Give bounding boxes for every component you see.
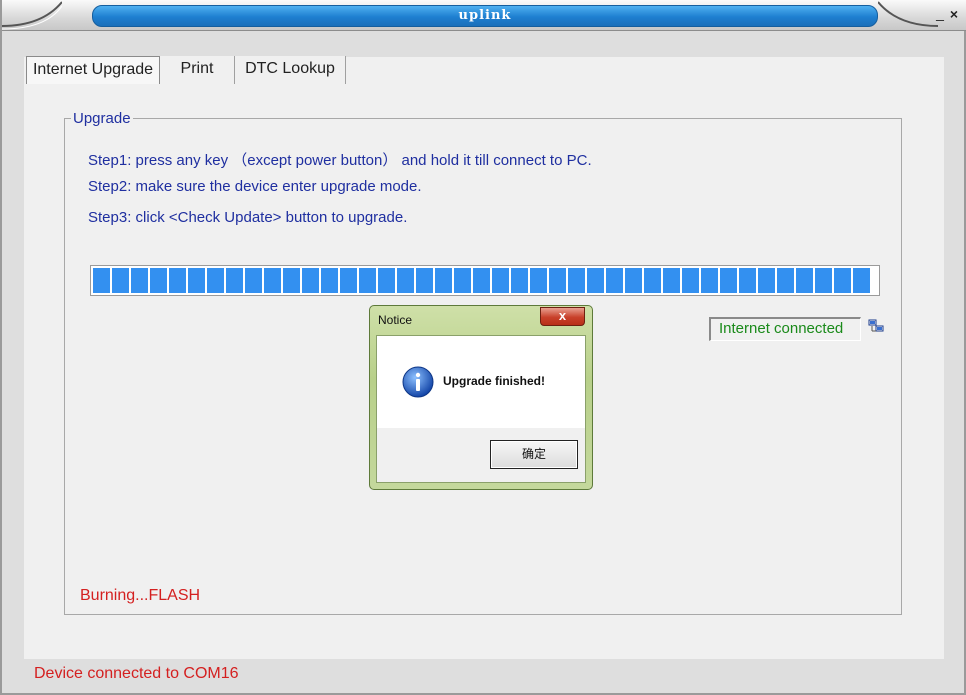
progress-segment (226, 268, 243, 293)
tab-print[interactable]: Print (160, 56, 235, 84)
internet-status-field: Internet connected (709, 317, 861, 341)
step3-text: Step3: click <Check Update> button to up… (88, 209, 408, 226)
progress-segment (340, 268, 357, 293)
progress-segment (397, 268, 414, 293)
progress-segment (131, 268, 148, 293)
progress-segment (530, 268, 547, 293)
title-pill: uplink (92, 5, 878, 27)
notice-dialog: Notice x Upgrade finished! 确定 (369, 305, 593, 490)
window-title: uplink (458, 8, 512, 23)
progress-segment (188, 268, 205, 293)
progress-segment (207, 268, 224, 293)
progress-segment (492, 268, 509, 293)
upgrade-progress-bar (90, 265, 880, 296)
progress-segment (150, 268, 167, 293)
progress-segment (435, 268, 452, 293)
progress-segment (454, 268, 471, 293)
progress-segment (739, 268, 756, 293)
progress-segment (264, 268, 281, 293)
upgrade-group-label: Upgrade (71, 110, 133, 127)
progress-segment (777, 268, 794, 293)
progress-segment (549, 268, 566, 293)
progress-segment (568, 268, 585, 293)
progress-segment (606, 268, 623, 293)
progress-segment (644, 268, 661, 293)
dialog-body: Upgrade finished! 确定 (376, 335, 586, 483)
progress-segment (720, 268, 737, 293)
progress-segment (853, 268, 870, 293)
progress-segment (625, 268, 642, 293)
progress-segment (112, 268, 129, 293)
progress-segment (245, 268, 262, 293)
progress-segment (169, 268, 186, 293)
burning-status: Burning...FLASH (80, 587, 201, 604)
dialog-message: Upgrade finished! (443, 374, 546, 388)
step1-text: Step1: press any key （except power butto… (88, 152, 592, 169)
info-icon (402, 366, 434, 398)
progress-segment (321, 268, 338, 293)
progress-segment (701, 268, 718, 293)
tab-dtc-lookup[interactable]: DTC Lookup (235, 56, 346, 84)
tab-internet-upgrade[interactable]: Internet Upgrade (26, 56, 160, 84)
progress-segment (93, 268, 110, 293)
progress-fill (93, 268, 877, 293)
step2-text: Step2: make sure the device enter upgrad… (88, 178, 422, 195)
dialog-close-button[interactable]: x (540, 307, 585, 326)
title-right-decoration (878, 1, 938, 27)
ok-button[interactable]: 确定 (490, 440, 578, 469)
device-connection-status: Device connected to COM16 (34, 665, 239, 682)
title-bar[interactable]: uplink _ × (2, 0, 966, 31)
minimize-button[interactable]: _ (934, 6, 946, 22)
progress-segment (378, 268, 395, 293)
network-icon (868, 319, 884, 332)
progress-segment (473, 268, 490, 293)
progress-segment (302, 268, 319, 293)
progress-segment (682, 268, 699, 293)
progress-segment (587, 268, 604, 293)
progress-segment (416, 268, 433, 293)
close-button[interactable]: × (947, 7, 961, 21)
progress-segment (283, 268, 300, 293)
progress-segment (511, 268, 528, 293)
progress-segment (815, 268, 832, 293)
dialog-title: Notice (378, 313, 413, 327)
progress-segment (796, 268, 813, 293)
main-window: uplink _ × Internet Upgrade Print DTC Lo… (0, 0, 966, 695)
title-left-decoration (2, 1, 62, 30)
progress-segment (834, 268, 851, 293)
progress-segment (359, 268, 376, 293)
progress-segment (663, 268, 680, 293)
progress-segment (758, 268, 775, 293)
